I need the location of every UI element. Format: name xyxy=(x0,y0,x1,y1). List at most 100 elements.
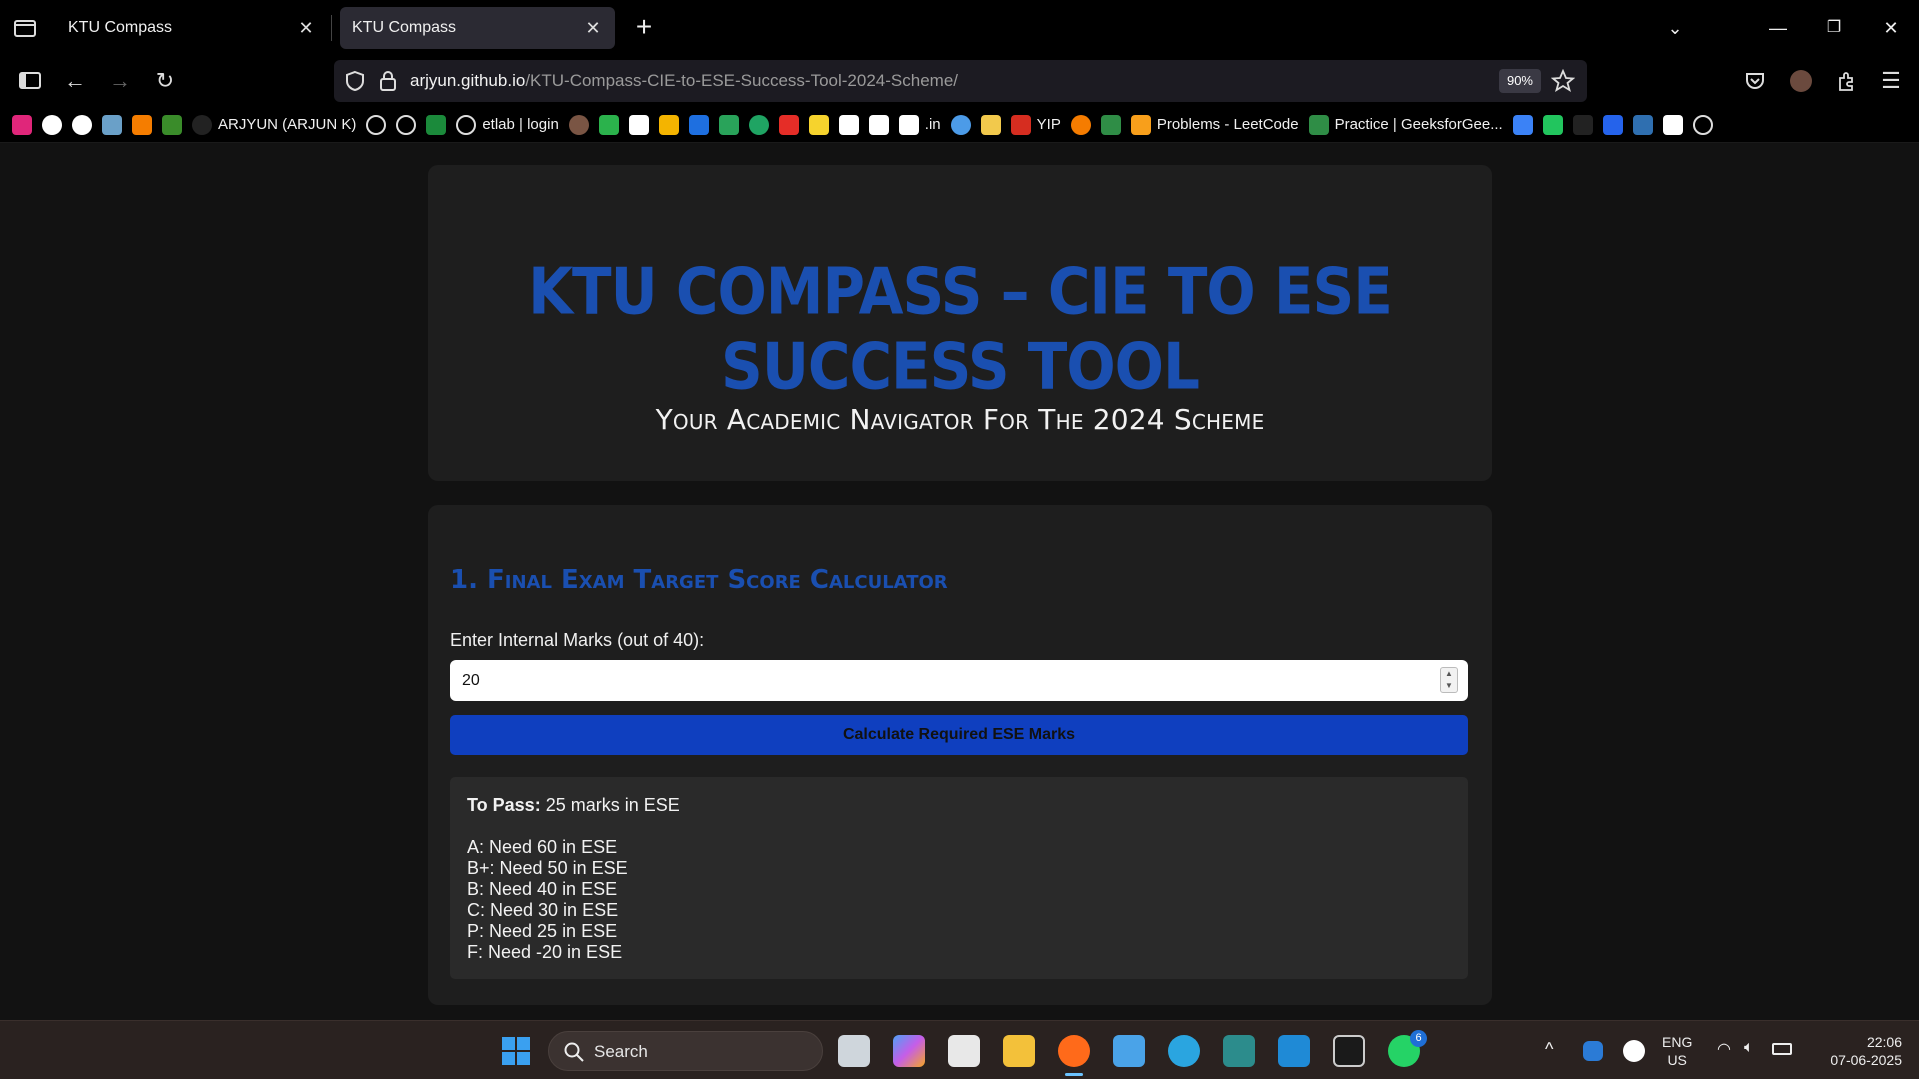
bookmark-grid-icon[interactable] xyxy=(426,114,447,135)
bookmark-b-icon[interactable] xyxy=(1542,114,1563,135)
bookmark-diamond-icon[interactable] xyxy=(1512,114,1533,135)
bookmark-kf-icon[interactable] xyxy=(162,114,182,135)
battery-icon[interactable] xyxy=(1772,1043,1792,1055)
grammarly-icon[interactable] xyxy=(1623,1040,1645,1062)
number-stepper[interactable]: ▲ ▼ xyxy=(1440,667,1458,693)
volume-icon[interactable]: 🔈︎ xyxy=(1744,1039,1754,1057)
url-path: /KTU-Compass-CIE-to-ESE-Success-Tool-202… xyxy=(525,71,958,90)
section-heading: 1. Final Exam Target Score Calculator xyxy=(450,565,948,595)
tab-ktu-compass-1[interactable]: KTU Compass ✕ xyxy=(56,7,332,49)
tab-list-icon[interactable] xyxy=(12,16,38,40)
bookmark-arjyun[interactable]: ARJYUN (ARJUN K) xyxy=(192,114,356,135)
bookmark-gfg[interactable]: Practice | GeeksforGee... xyxy=(1308,114,1503,135)
bookmark-label: .in xyxy=(924,116,941,133)
tab-ktu-compass-2[interactable]: KTU Compass ✕ xyxy=(340,7,615,49)
language-indicator[interactable]: ENG US xyxy=(1662,1033,1692,1069)
account-avatar[interactable] xyxy=(1787,67,1815,95)
extensions-icon[interactable] xyxy=(1833,67,1861,95)
bookmark-yellow-icon[interactable] xyxy=(808,114,829,135)
tab-bar: KTU Compass ✕ KTU Compass ✕ + ⌄ — ❐ ✕ xyxy=(0,0,1919,55)
internal-marks-input[interactable] xyxy=(450,660,1468,701)
drive-icon[interactable] xyxy=(658,114,679,135)
bookmark-green-icon[interactable] xyxy=(598,114,619,135)
back-icon[interactable]: ← xyxy=(61,67,89,95)
bookmark-forms-icon[interactable] xyxy=(1602,114,1623,135)
new-tab-button[interactable]: + xyxy=(630,13,658,42)
star-icon[interactable] xyxy=(1550,68,1576,98)
bookmark-doc-icon[interactable] xyxy=(838,114,859,135)
vs-icon[interactable] xyxy=(1223,1035,1255,1067)
tab-label: KTU Compass xyxy=(352,19,457,36)
pocket-icon[interactable] xyxy=(1741,67,1769,95)
search-icon xyxy=(563,1041,585,1068)
store-icon[interactable] xyxy=(948,1035,980,1067)
copilot-icon[interactable] xyxy=(893,1035,925,1067)
chevron-up-icon[interactable]: ^ xyxy=(1545,1039,1553,1060)
bookmark-avatar-icon[interactable] xyxy=(568,114,589,135)
zoom-level-button[interactable]: 90% xyxy=(1498,69,1541,93)
address-bar[interactable]: arjyun.github.io/KTU-Compass-CIE-to-ESE-… xyxy=(334,60,1587,102)
close-window-button[interactable]: ✕ xyxy=(1876,14,1906,42)
page-title: KTU COMPASS – CIE TO ESE SUCCESS TOOL xyxy=(528,254,1393,404)
taskbar-search[interactable]: Search xyxy=(548,1031,823,1071)
bookmark-shield-icon[interactable] xyxy=(1632,114,1653,135)
url-text[interactable]: arjyun.github.io/KTU-Compass-CIE-to-ESE-… xyxy=(410,71,958,91)
globe-icon[interactable] xyxy=(366,114,387,135)
terminal-icon[interactable] xyxy=(1333,1035,1365,1067)
tray-app-icon[interactable] xyxy=(1583,1041,1603,1061)
close-icon[interactable]: ✕ xyxy=(583,18,603,38)
file-explorer-icon[interactable] xyxy=(1003,1035,1035,1067)
bookmark-g-icon[interactable] xyxy=(1662,114,1683,135)
bookmark-amazon[interactable]: .in xyxy=(898,114,941,135)
bookmark-pencil-icon[interactable] xyxy=(980,114,1001,135)
grade-requirement: P: Need 25 in ESE xyxy=(467,921,618,941)
forward-icon[interactable]: → xyxy=(106,67,134,95)
sidebar-icon[interactable] xyxy=(16,67,44,95)
calculate-button[interactable]: Calculate Required ESE Marks xyxy=(450,715,1468,755)
globe-icon[interactable] xyxy=(396,114,417,135)
gfg-icon[interactable] xyxy=(1100,114,1121,135)
grade-requirement: F: Need -20 in ESE xyxy=(467,942,623,962)
bookmark-circle-icon[interactable] xyxy=(748,114,769,135)
firefox-icon[interactable] xyxy=(1058,1035,1090,1067)
globe-icon xyxy=(456,114,477,135)
minimize-button[interactable]: — xyxy=(1763,14,1793,42)
chevron-down-icon[interactable]: ⌄ xyxy=(1660,14,1690,42)
page-subtitle: Your Academic Navigator For The 2024 Sch… xyxy=(655,403,1265,436)
bookmark-blogger-icon[interactable] xyxy=(132,114,152,135)
bookmark-p-icon[interactable] xyxy=(12,114,32,135)
page-viewport: KTU COMPASS – CIE TO ESE SUCCESS TOOL Yo… xyxy=(0,143,1919,1020)
gmail-icon[interactable] xyxy=(628,114,649,135)
bookmark-s-icon[interactable] xyxy=(688,114,709,135)
bookmark-yip[interactable]: YIP xyxy=(1010,114,1061,135)
task-view-icon[interactable] xyxy=(838,1035,870,1067)
bookmark-openai-icon[interactable] xyxy=(42,114,62,135)
bookmark-drive-icon[interactable] xyxy=(102,114,122,135)
bookmark-arrow-icon[interactable] xyxy=(950,114,971,135)
vscode-icon[interactable] xyxy=(1278,1035,1310,1067)
grade-requirement: A: Need 60 in ESE xyxy=(467,837,618,857)
clock[interactable]: 22:06 07-06-2025 xyxy=(1812,1033,1902,1069)
windows-start-icon[interactable] xyxy=(500,1035,532,1067)
youtube-icon[interactable] xyxy=(778,114,799,135)
notification-badge: 6 xyxy=(1410,1030,1427,1047)
bookmark-google-icon[interactable] xyxy=(72,114,92,135)
bookmark-leetcode[interactable]: Problems - LeetCode xyxy=(1130,114,1299,135)
restore-button[interactable]: ❐ xyxy=(1819,14,1849,42)
pass-value: 25 marks in ESE xyxy=(545,795,680,815)
wifi-icon[interactable]: ◠ xyxy=(1717,1039,1731,1059)
bookmark-ni-icon[interactable] xyxy=(868,114,889,135)
menu-icon[interactable]: ☰ xyxy=(1877,67,1905,95)
fire-icon[interactable] xyxy=(1070,114,1091,135)
lock-icon[interactable] xyxy=(378,70,398,97)
globe-icon[interactable] xyxy=(1692,114,1713,135)
shield-icon[interactable] xyxy=(344,70,366,97)
close-icon[interactable]: ✕ xyxy=(296,18,316,38)
bookmark-etlab[interactable]: etlab | login xyxy=(456,114,559,135)
grade-requirement: B: Need 40 in ESE xyxy=(467,879,618,899)
notepad-icon[interactable] xyxy=(1113,1035,1145,1067)
reload-icon[interactable]: ↻ xyxy=(151,67,179,95)
meet-icon[interactable] xyxy=(718,114,739,135)
telegram-icon[interactable] xyxy=(1168,1035,1200,1067)
bookmark-dark-icon[interactable] xyxy=(1572,114,1593,135)
